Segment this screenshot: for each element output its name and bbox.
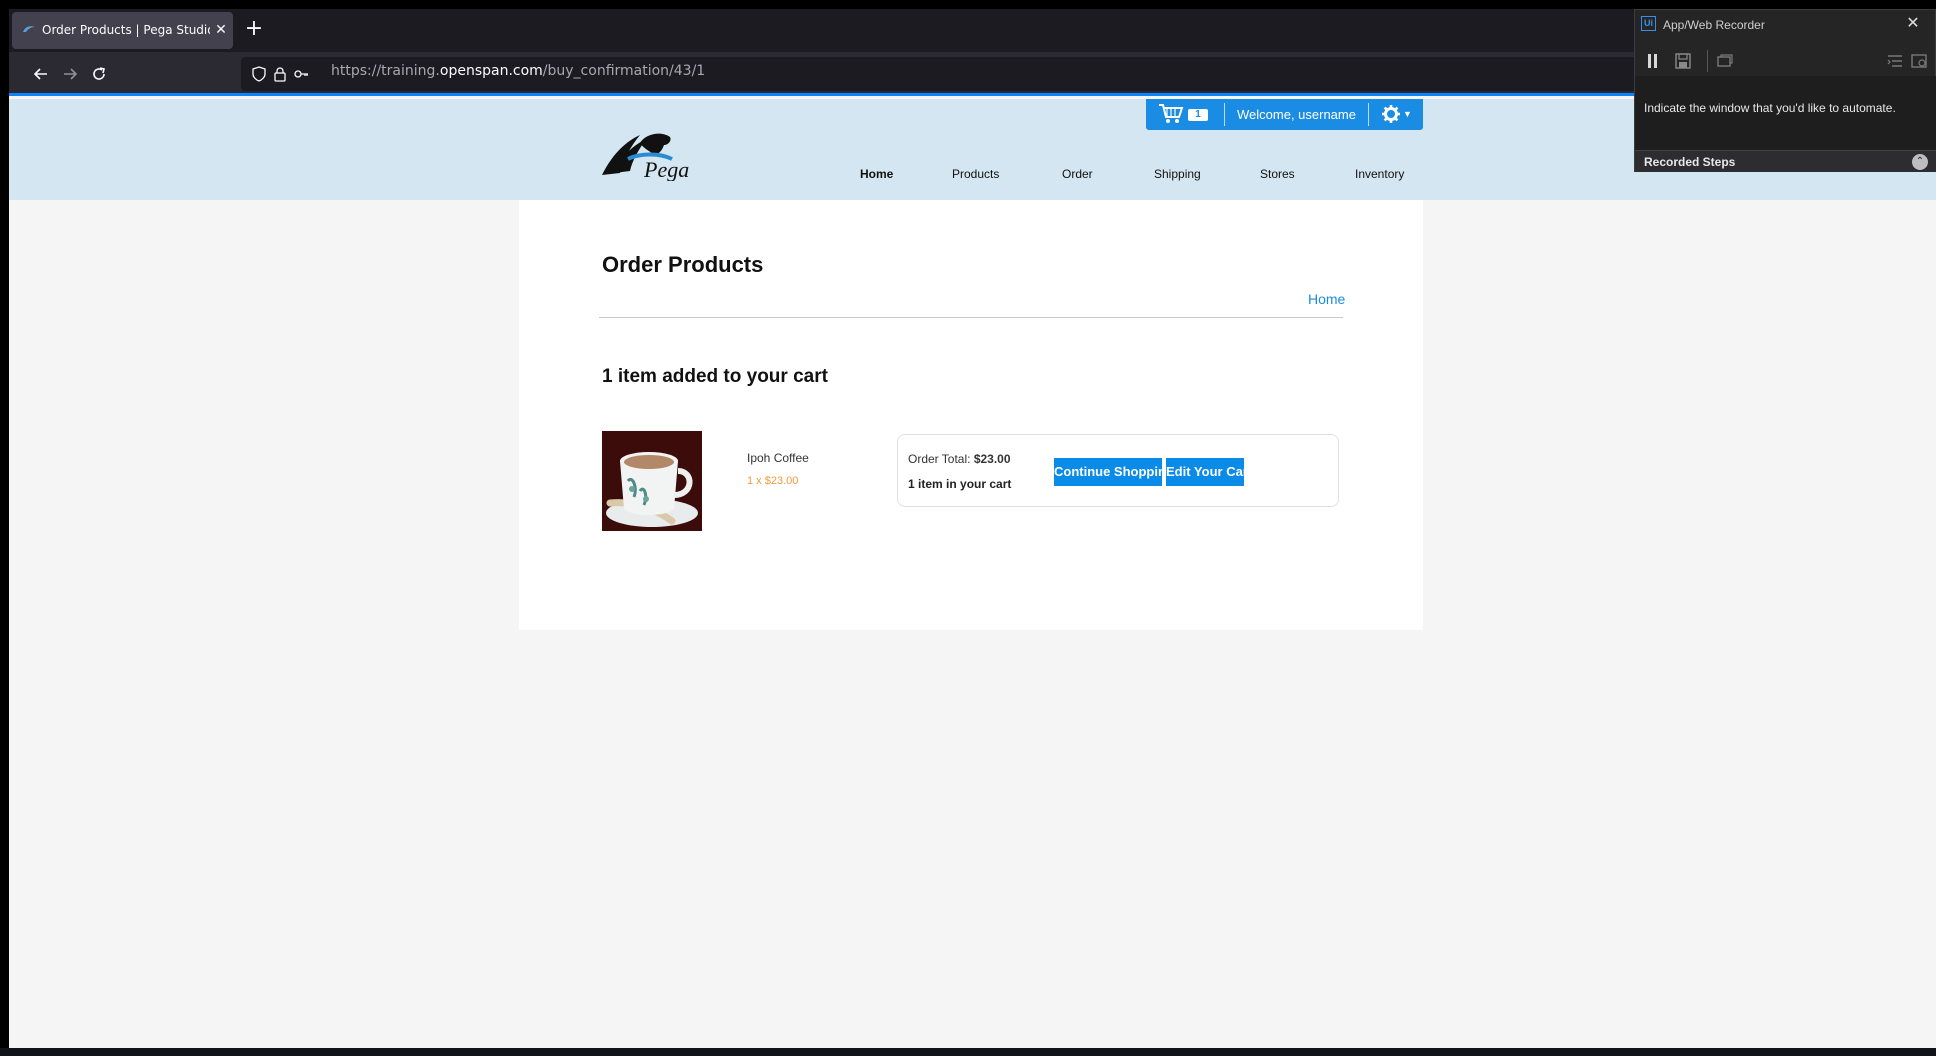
forward-arrow-icon xyxy=(64,68,78,80)
nav-stores[interactable]: Stores xyxy=(1260,167,1295,181)
window-select-icon[interactable] xyxy=(1715,51,1735,71)
welcome-text[interactable]: Welcome, username xyxy=(1237,107,1356,122)
url-path: /buy_confirmation/43/1 xyxy=(542,63,706,79)
chevron-up-icon[interactable]: ⌃ xyxy=(1912,154,1928,170)
recorder-instruction: Indicate the window that you'd like to a… xyxy=(1644,101,1896,115)
url-text[interactable]: https://training.openspan.com/buy_confir… xyxy=(331,63,705,79)
nav-shipping[interactable]: Shipping xyxy=(1154,167,1201,181)
shopping-cart-icon[interactable] xyxy=(1158,103,1184,125)
url-prefix: https://training. xyxy=(331,63,440,79)
tab-title: Order Products | Pega Studio Tr xyxy=(42,23,210,37)
recorded-steps-header[interactable]: Recorded Steps ⌃ xyxy=(1635,150,1936,172)
lock-icon[interactable] xyxy=(272,66,288,82)
reload-button[interactable] xyxy=(86,61,112,87)
gear-icon[interactable] xyxy=(1381,104,1401,124)
tab-close-icon[interactable]: ✕ xyxy=(213,21,229,37)
screen: Order Products | Pega Studio Tr ✕ + xyxy=(0,0,1936,1056)
order-summary-box: Order Total: $23.00 1 item in your cart … xyxy=(897,434,1339,507)
divider xyxy=(1707,50,1708,72)
nav-inventory[interactable]: Inventory xyxy=(1355,167,1404,181)
pega-logo[interactable]: Pega xyxy=(600,129,708,181)
items-in-cart-text: 1 item in your cart xyxy=(908,477,1012,491)
order-total-value: $23.00 xyxy=(973,452,1011,466)
pause-icon[interactable] xyxy=(1643,51,1663,71)
key-icon[interactable] xyxy=(293,66,309,82)
recorder-toolbar xyxy=(1635,46,1936,76)
order-total-label: Order Total: xyxy=(908,452,974,466)
product-name[interactable]: Ipoh Coffee xyxy=(747,451,809,465)
save-icon[interactable] xyxy=(1673,51,1693,71)
reload-icon xyxy=(93,67,105,80)
recorded-steps-label: Recorded Steps xyxy=(1644,155,1736,169)
recorder-title: App/Web Recorder xyxy=(1663,18,1765,32)
tab-order-products[interactable]: Order Products | Pega Studio Tr ✕ xyxy=(12,12,233,49)
left-edge xyxy=(0,0,9,1056)
url-host: openspan.com xyxy=(439,63,543,79)
divider xyxy=(1368,103,1369,126)
main-content: Order Products Home 1 item added to your… xyxy=(519,200,1423,630)
chevron-down-icon[interactable]: ▼ xyxy=(1403,109,1412,119)
continue-shopping-button[interactable]: Continue Shopping xyxy=(1054,458,1174,486)
back-arrow-icon xyxy=(33,68,47,80)
page-title: Order Products xyxy=(602,252,764,277)
nav-home[interactable]: Home xyxy=(860,167,893,181)
taskbar xyxy=(0,1048,1936,1056)
svg-text:Pega: Pega xyxy=(643,157,689,181)
cart-count-badge[interactable]: 1 xyxy=(1188,109,1208,121)
order-total: Order Total: $23.00 xyxy=(908,452,1011,466)
breadcrumb-home-link[interactable]: Home xyxy=(1308,291,1345,307)
settings-panel-icon[interactable] xyxy=(1909,51,1929,71)
step-list-icon[interactable] xyxy=(1885,51,1905,71)
top-edge xyxy=(0,0,1936,9)
product-qty-price: 1 x $23.00 xyxy=(747,475,799,487)
nav-products[interactable]: Products xyxy=(952,167,999,181)
new-tab-button[interactable]: + xyxy=(243,18,265,41)
close-icon[interactable]: ✕ xyxy=(1904,15,1922,33)
nav-order[interactable]: Order xyxy=(1062,167,1093,181)
user-bar: 1 Welcome, username ▼ xyxy=(1146,99,1423,130)
forward-button[interactable] xyxy=(57,61,83,87)
uipath-app-icon: Ui xyxy=(1641,16,1656,31)
back-button[interactable] xyxy=(28,61,54,87)
pega-favicon-icon xyxy=(23,26,35,32)
product-image[interactable] xyxy=(602,431,702,531)
shield-icon[interactable] xyxy=(251,66,267,82)
divider xyxy=(599,317,1343,318)
cart-added-heading: 1 item added to your cart xyxy=(602,366,828,387)
divider xyxy=(1224,103,1225,126)
recorder-panel: Ui App/Web Recorder ✕ Indicate the windo… xyxy=(1634,9,1936,172)
recorder-body: Indicate the window that you'd like to a… xyxy=(1635,76,1936,150)
edit-cart-button[interactable]: Edit Your Cart xyxy=(1166,458,1252,486)
